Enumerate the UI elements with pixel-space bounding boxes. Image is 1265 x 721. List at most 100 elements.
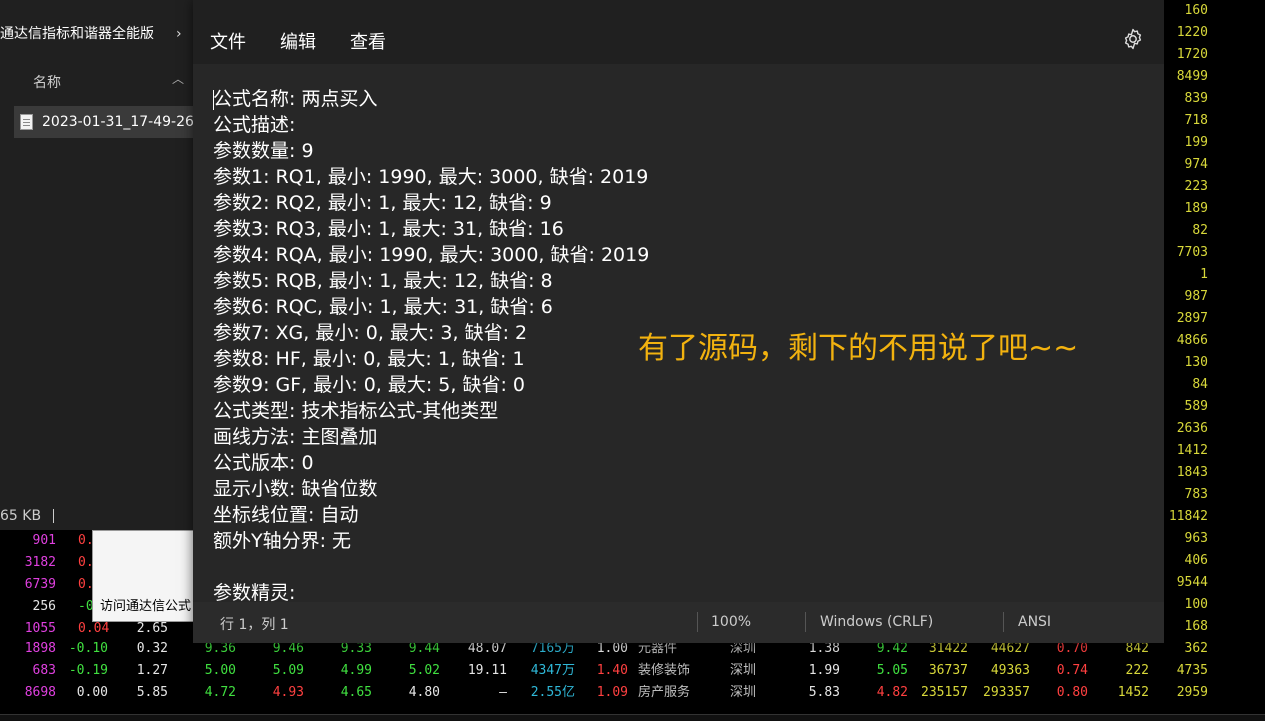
table-cell: 房产服务: [638, 685, 691, 700]
volume-cell: 1843: [1176, 465, 1208, 480]
text-line: 参数3: RQ3, 最小: 1, 最大: 31, 缺省: 16: [213, 218, 564, 240]
text-line: 公式类型: 技术指标公式-其他类型: [213, 400, 499, 422]
text-line: 参数6: RQC, 最小: 1, 最大: 31, 缺省: 6: [213, 296, 553, 318]
volume-cell: 199: [1184, 135, 1208, 150]
table-cell: 深圳: [730, 663, 757, 678]
volume-cell: 8499: [1176, 69, 1208, 84]
volume-cell: 718: [1184, 113, 1208, 128]
volume-cell: 1: [1200, 267, 1208, 282]
menu-view[interactable]: 查看: [350, 28, 386, 54]
table-cell: 0.80: [1056, 685, 1088, 700]
table-cell: 6739: [24, 577, 56, 592]
zoom-level[interactable]: 100%: [711, 614, 751, 630]
volume-cell: 406: [1184, 553, 1208, 568]
divider: [53, 509, 55, 523]
selected-size: 65 KB: [0, 508, 42, 524]
encoding[interactable]: ANSI: [1018, 614, 1051, 630]
table-cell: 4.65: [340, 685, 372, 700]
volume-cell: 130: [1184, 355, 1208, 370]
desktop: 通达信指标和谐器全能版 › 名称 ︿ 2023-01-31_17-49-26 6…: [0, 0, 1265, 721]
table-cell: 8698: [24, 685, 56, 700]
table-cell: 装修装饰: [638, 663, 691, 678]
table-cell: 3182: [24, 555, 56, 570]
table-cell: 0.74: [1056, 663, 1088, 678]
notepad-window[interactable]: 文件 编辑 查看 公式名称: 两点买入 公式描述: 参数数量: 9 参数1: RQ1,…: [193, 0, 1164, 643]
table-cell: 5.83: [808, 685, 840, 700]
text-line: 参数精灵:: [213, 582, 296, 602]
text-line: 参数5: RQB, 最小: 1, 最大: 12, 缺省: 8: [213, 270, 553, 292]
volume-cell: 223: [1184, 179, 1208, 194]
table-cell: —: [499, 685, 507, 700]
table-cell: -0.10: [68, 641, 108, 656]
table-cell: 1.40: [596, 663, 628, 678]
menu-edit[interactable]: 编辑: [280, 28, 316, 54]
text-line: 额外Y轴分界: 无: [213, 530, 352, 552]
table-row[interactable]: 8698 0.00 5.85 4.72 4.93 4.65 4.80 — 2.55亿 1.09 房产…: [0, 682, 1265, 704]
file-explorer: 通达信指标和谐器全能版 › 名称 ︿ 2023-01-31_17-49-26 6…: [0, 0, 200, 530]
text-line: 公式版本: 0: [213, 452, 314, 474]
divider: [697, 612, 698, 632]
volume-cell: 9544: [1176, 575, 1208, 590]
volume-cell: 589: [1184, 399, 1208, 414]
table-cell: 36737: [928, 663, 968, 678]
table-cell: 1898: [24, 641, 56, 656]
table-cell: 235157: [921, 685, 968, 700]
table-cell: 深圳: [730, 685, 757, 700]
settings-gear-icon[interactable]: [1121, 27, 1145, 51]
table-cell: 19.11: [467, 663, 507, 678]
table-row[interactable]: 683 -0.19 1.27 5.00 5.09 4.99 5.02 19.11 4347万 1.…: [0, 660, 1265, 682]
explorer-status-bar: 65 KB: [0, 504, 55, 528]
text-file-icon: [20, 114, 33, 130]
taskbar-strip: [0, 714, 1265, 721]
file-name: 2023-01-31_17-49-26: [42, 114, 194, 130]
table-cell: 1452: [1117, 685, 1149, 700]
sort-ascending-icon: ︿: [172, 72, 185, 86]
text-line: 公式名称: 两点买入: [213, 88, 378, 110]
cursor-position: 行 1，列 1: [220, 617, 289, 633]
volume-cell: 84: [1192, 377, 1208, 392]
text-line: 公式描述:: [213, 114, 296, 136]
table-cell: 1055: [24, 621, 56, 636]
volume-cell: 987: [1184, 289, 1208, 304]
breadcrumb[interactable]: 通达信指标和谐器全能版 ›: [0, 20, 200, 48]
annotation-caption: 有了源码，剩下的不用说了吧~~: [638, 331, 1079, 366]
table-cell: 5.85: [136, 685, 168, 700]
menu-file[interactable]: 文件: [210, 28, 246, 54]
table-cell: 293357: [983, 685, 1030, 700]
table-cell: 901: [32, 533, 56, 548]
table-cell: 4.99: [340, 663, 372, 678]
text-line: 显示小数: 缺省位数: [213, 478, 378, 500]
volume-cell: 2897: [1176, 311, 1208, 326]
volume-cell: 11842: [1168, 509, 1208, 524]
status-bar: 行 1，列 1 100% Windows (CRLF) ANSI: [193, 602, 1164, 643]
table-cell: 1.27: [136, 663, 168, 678]
volume-cell: 100: [1184, 597, 1208, 612]
volume-cell: 4866: [1176, 333, 1208, 348]
divider: [1003, 612, 1004, 632]
table-cell: 4.82: [876, 685, 908, 700]
title-bar[interactable]: [193, 0, 1164, 12]
text-line: 参数8: HF, 最小: 0, 最大: 1, 缺省: 1: [213, 348, 525, 370]
line-ending[interactable]: Windows (CRLF): [820, 614, 933, 630]
volume-cell: 1412: [1176, 443, 1208, 458]
table-cell: 256: [32, 599, 56, 614]
text-line: 参数4: RQA, 最小: 1990, 最大: 3000, 缺省: 2019: [213, 244, 650, 266]
volume-cell: 168: [1184, 619, 1208, 634]
file-list-item[interactable]: 2023-01-31_17-49-26: [14, 106, 200, 138]
volume-cell: 963: [1184, 531, 1208, 546]
chevron-right-icon[interactable]: ›: [176, 20, 182, 48]
table-cell: 4.80: [408, 685, 440, 700]
column-header-name[interactable]: 名称 ︿: [0, 68, 200, 98]
table-cell: 5.09: [272, 663, 304, 678]
text-line: 参数1: RQ1, 最小: 1990, 最大: 3000, 缺省: 2019: [213, 166, 649, 188]
volume-cell: 974: [1184, 157, 1208, 172]
volume-cell: 839: [1184, 91, 1208, 106]
table-cell: 222: [1125, 663, 1149, 678]
volume-cell: 1220: [1176, 25, 1208, 40]
breadcrumb-label[interactable]: 通达信指标和谐器全能版: [0, 26, 154, 42]
text-line: 参数数量: 9: [213, 140, 314, 162]
column-header-label: 名称: [33, 75, 61, 91]
table-cell: 0.32: [136, 641, 168, 656]
table-cell: 49363: [990, 663, 1030, 678]
volume-cell: 82: [1192, 223, 1208, 238]
